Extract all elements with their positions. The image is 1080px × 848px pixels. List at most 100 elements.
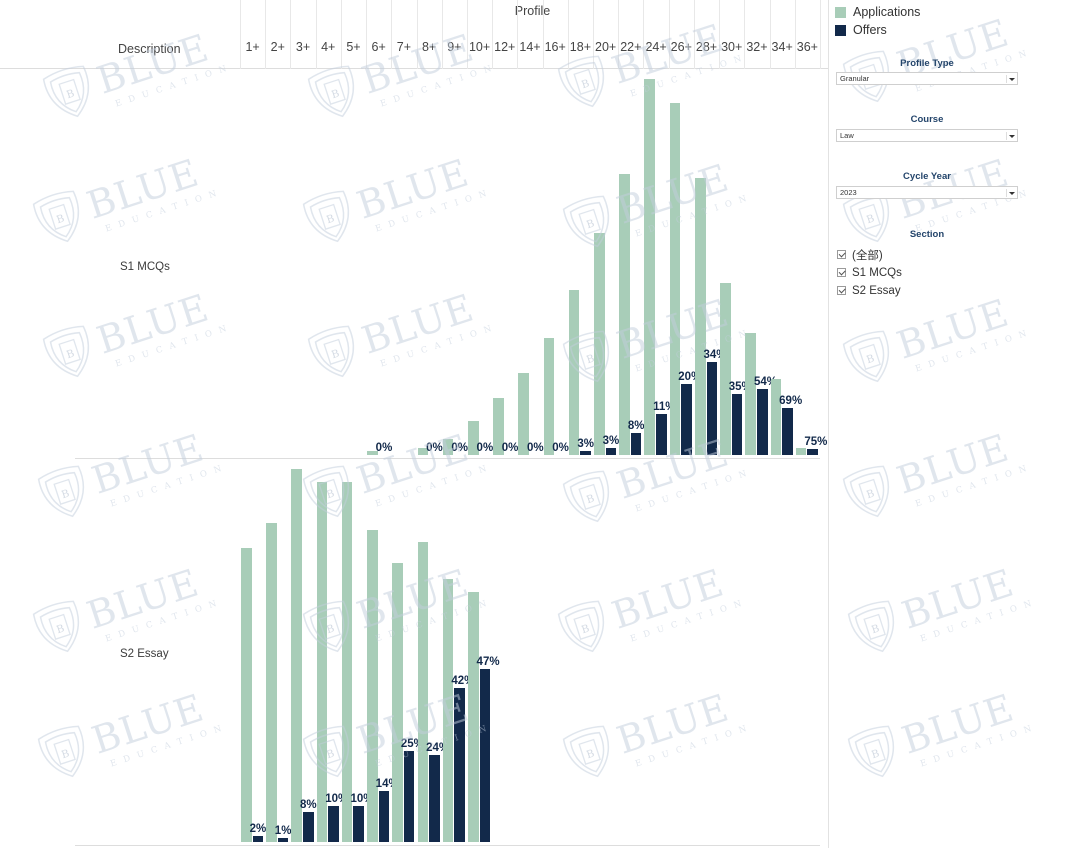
bar-group-16plus[interactable]: 0%: [543, 70, 569, 458]
offers-bar[interactable]: [681, 383, 692, 455]
offers-bar[interactable]: [630, 432, 642, 455]
cycle-year-value: 2023: [840, 188, 857, 197]
bar-group-12plus[interactable]: 0%: [492, 70, 518, 458]
applications-bar[interactable]: [644, 79, 656, 455]
applications-bar[interactable]: [467, 592, 479, 842]
applications-bar[interactable]: [241, 547, 252, 842]
offer-rate-label: 0%: [552, 442, 569, 454]
bar-group-5plus[interactable]: [341, 70, 366, 458]
applications-bar[interactable]: [442, 578, 454, 842]
bar-group-3plus[interactable]: [290, 70, 315, 458]
applications-bar[interactable]: [669, 103, 681, 455]
header-gridline: [593, 0, 595, 69]
column-header-24plus: 24+: [645, 40, 667, 54]
offers-bar[interactable]: [303, 811, 314, 842]
offers-bar[interactable]: [756, 389, 768, 455]
applications-bar[interactable]: [770, 379, 782, 455]
column-header-30plus: 30+: [721, 40, 743, 54]
offers-bar[interactable]: [328, 805, 339, 842]
applications-bar[interactable]: [392, 563, 403, 842]
header-gridline: [794, 0, 796, 69]
bar-group-14plus[interactable]: 0%: [517, 70, 544, 458]
applications-bar[interactable]: [568, 290, 580, 455]
applications-bar[interactable]: [694, 178, 706, 455]
applications-bar[interactable]: [594, 232, 605, 455]
bar-group-32plus[interactable]: 54%: [744, 70, 777, 458]
cycle-year-dropdown[interactable]: 2023: [836, 186, 1018, 199]
bar-group-9plus[interactable]: 42%: [442, 460, 474, 845]
bar-group-20plus[interactable]: 3%: [593, 70, 619, 458]
bar-group-5plus[interactable]: 10%: [341, 460, 373, 845]
chevron-down-icon[interactable]: [1006, 189, 1015, 197]
applications-bar[interactable]: [341, 482, 353, 842]
bar-group-36plus[interactable]: 75%: [795, 70, 828, 458]
offers-bar[interactable]: [353, 805, 365, 842]
bar-group-30plus[interactable]: 35%: [719, 70, 752, 458]
bar-group-22plus[interactable]: 8%: [618, 70, 644, 458]
offer-rate-label: 10%: [325, 792, 349, 805]
applications-bar[interactable]: [417, 541, 429, 842]
section-checkbox-s2-essay[interactable]: S2 Essay: [837, 282, 901, 299]
offers-bar[interactable]: [782, 408, 793, 455]
applications-bar[interactable]: [745, 332, 756, 455]
column-header-18plus: 18+: [569, 40, 592, 54]
applications-bar[interactable]: [266, 522, 277, 842]
bar-group-7plus[interactable]: 25%: [391, 460, 424, 845]
bar-group-10plus[interactable]: 47%: [467, 460, 500, 845]
offers-bar[interactable]: [605, 448, 617, 455]
profile-type-dropdown[interactable]: Granular: [836, 72, 1018, 85]
bar-group-7plus[interactable]: [391, 70, 416, 458]
bar-group-9plus[interactable]: 0%: [442, 70, 468, 458]
offer-rate-label: 20%: [678, 370, 702, 383]
bar-group-24plus[interactable]: 11%: [643, 70, 675, 458]
bar-group-8plus[interactable]: 0%: [417, 70, 443, 458]
section-checkbox-s1-mcqs[interactable]: S1 MCQs: [837, 264, 902, 281]
bar-group-18plus[interactable]: 3%: [568, 70, 594, 458]
bar-group-6plus[interactable]: 14%: [366, 460, 399, 845]
checkbox-icon[interactable]: [837, 250, 846, 259]
offers-bar[interactable]: [252, 835, 264, 842]
offers-bar[interactable]: [479, 668, 491, 842]
chevron-down-icon[interactable]: [1006, 75, 1015, 83]
applications-bar[interactable]: [720, 282, 731, 455]
offers-bar[interactable]: [580, 450, 591, 455]
bar-group-1plus[interactable]: 2%: [240, 460, 266, 845]
bar-group-28plus[interactable]: 34%: [694, 70, 727, 458]
legend-label-offers: Offers: [853, 23, 887, 37]
course-dropdown[interactable]: Law: [836, 129, 1018, 142]
bar-group-26plus[interactable]: 20%: [669, 70, 702, 458]
offer-rate-label: 75%: [804, 436, 828, 449]
chevron-down-icon[interactable]: [1006, 132, 1015, 140]
applications-bar[interactable]: [795, 448, 807, 455]
bar-group-8plus[interactable]: 24%: [417, 460, 449, 845]
bar-group-4plus[interactable]: 10%: [316, 460, 349, 845]
bar-group-10plus[interactable]: 0%: [467, 70, 493, 458]
applications-bar[interactable]: [316, 482, 328, 842]
bar-group-34plus[interactable]: 69%: [770, 70, 802, 458]
applications-bar[interactable]: [619, 173, 630, 455]
offers-bar[interactable]: [731, 393, 743, 455]
offers-bar[interactable]: [403, 750, 415, 842]
offers-bar[interactable]: [277, 837, 289, 842]
offers-bar[interactable]: [706, 361, 718, 455]
header-gridline: [693, 0, 695, 69]
section-checkbox-label: S1 MCQs: [852, 266, 902, 279]
checkbox-icon[interactable]: [837, 268, 846, 277]
bar-group-3plus[interactable]: 8%: [290, 460, 317, 845]
bar-group-2plus[interactable]: 1%: [265, 460, 291, 845]
bar-group-1plus[interactable]: [240, 70, 265, 458]
applications-bar[interactable]: [367, 530, 378, 842]
bar-group-2plus[interactable]: [265, 70, 290, 458]
applications-bar[interactable]: [543, 338, 555, 455]
offers-bar[interactable]: [656, 413, 667, 455]
section-checkbox-all[interactable]: (全部): [837, 246, 883, 263]
offers-bar[interactable]: [454, 687, 465, 842]
bar-group-6plus[interactable]: 0%: [366, 70, 392, 458]
offers-bar[interactable]: [378, 791, 390, 842]
offers-bar[interactable]: [429, 754, 440, 842]
offers-bar[interactable]: [807, 449, 818, 455]
bar-group-4plus[interactable]: [316, 70, 341, 458]
column-header-3plus: 3+: [295, 40, 311, 54]
applications-bar[interactable]: [291, 469, 303, 842]
checkbox-icon[interactable]: [837, 286, 846, 295]
